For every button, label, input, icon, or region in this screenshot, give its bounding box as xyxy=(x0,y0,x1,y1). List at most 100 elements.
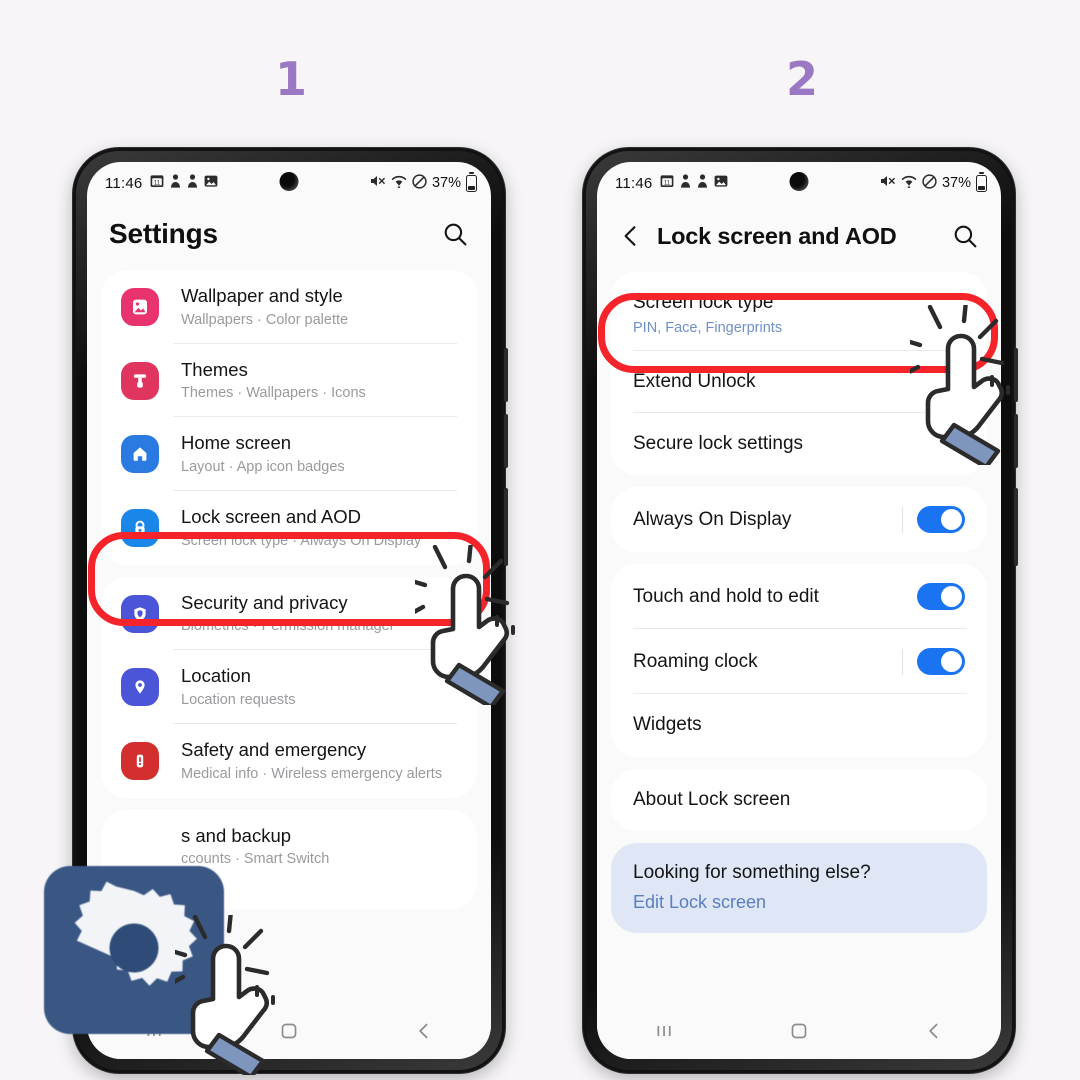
power-button[interactable] xyxy=(504,488,508,566)
status-left-icons: 11 xyxy=(660,174,728,192)
touch-and-hold-toggle[interactable] xyxy=(917,583,965,611)
lock-row-about-lock-screen[interactable]: About Lock screen xyxy=(611,769,987,831)
row-label: Location xyxy=(181,665,251,687)
lock-icon xyxy=(121,508,159,547)
row-label: Always On Display xyxy=(633,508,792,530)
row-sublabel: Medical info · Wireless emergency alerts xyxy=(181,765,443,782)
back-icon[interactable] xyxy=(619,223,643,249)
search-icon[interactable] xyxy=(442,221,469,248)
settings-row-location[interactable]: Location Location requests xyxy=(101,650,477,725)
edit-lock-screen-link[interactable]: Edit Lock screen xyxy=(611,888,987,933)
back-nav-icon[interactable] xyxy=(412,1019,436,1048)
info-heading: Looking for something else? xyxy=(633,861,871,883)
row-sublabel: Themes · Wallpapers · Icons xyxy=(181,385,366,402)
always-on-display-toggle[interactable] xyxy=(917,506,965,534)
svg-text:11: 11 xyxy=(154,180,161,186)
settings-row-lock-screen-and-aod[interactable]: Lock screen and AOD Screen lock type · A… xyxy=(101,491,477,565)
settings-row-safety-and-emergency[interactable]: Safety and emergency Medical info · Wire… xyxy=(101,724,477,798)
row-label: Extend Unlock xyxy=(633,370,756,392)
status-time: 11:46 xyxy=(105,174,143,192)
mute-icon xyxy=(880,174,896,192)
search-icon[interactable] xyxy=(952,223,979,250)
location-pin-icon xyxy=(121,668,159,707)
row-sublabel: Wallpapers · Color palette xyxy=(181,311,349,328)
toggle-separator xyxy=(902,506,903,533)
phone2-header: Lock screen and AOD xyxy=(597,202,1001,272)
person-icon xyxy=(170,174,181,192)
settings-gear-overlay[interactable] xyxy=(44,866,224,1034)
mute-icon xyxy=(370,174,386,192)
alert-icon xyxy=(121,741,159,780)
settings-group-2: Security and privacy Biometrics · Permis… xyxy=(101,576,477,798)
recents-icon[interactable] xyxy=(652,1019,676,1048)
battery-icon xyxy=(976,172,987,192)
battery-percent: 37% xyxy=(941,175,971,191)
settings-row-security-and-privacy[interactable]: Security and privacy Biometrics · Permis… xyxy=(101,577,477,651)
row-label: Roaming clock xyxy=(633,650,758,672)
status-right-icons: 37% xyxy=(370,172,477,193)
row-label: Safety and emergency xyxy=(181,739,367,761)
wallpaper-icon xyxy=(121,287,159,326)
gallery-icon xyxy=(204,174,218,192)
do-not-disturb-icon xyxy=(922,173,937,193)
lock-group-4: About Lock screen xyxy=(611,768,987,831)
settings-row-themes[interactable]: Themes Themes · Wallpapers · Icons xyxy=(101,344,477,418)
person-icon xyxy=(680,174,691,192)
row-label: s and backup xyxy=(181,824,292,846)
row-label: Screen lock type xyxy=(633,292,774,314)
person-icon xyxy=(697,174,708,192)
battery-icon xyxy=(466,172,477,192)
row-label: Security and privacy xyxy=(181,591,348,613)
lock-row-always-on-display[interactable]: Always On Display xyxy=(611,487,987,552)
lock-row-widgets[interactable]: Widgets xyxy=(611,694,987,756)
phone2-screen: 11:46 11 37% Lock screen and AOD Screen … xyxy=(597,162,1001,1059)
themes-icon xyxy=(121,361,159,400)
lock-row-screen-lock-type[interactable]: Screen lock type PIN, Face, Fingerprints xyxy=(611,272,987,351)
home-nav-icon[interactable] xyxy=(277,1019,301,1048)
lock-group-1: Screen lock type PIN, Face, Fingerprints… xyxy=(611,272,987,476)
svg-text:11: 11 xyxy=(664,180,671,186)
step-number-2: 2 xyxy=(786,52,819,106)
phone-mockup-2: 11:46 11 37% Lock screen and AOD Screen … xyxy=(583,148,1018,1073)
row-label: Widgets xyxy=(633,714,702,736)
calendar-icon: 11 xyxy=(150,174,164,192)
page-title: Settings xyxy=(109,218,218,249)
power-button[interactable] xyxy=(1014,488,1018,566)
row-label: Touch and hold to edit xyxy=(633,585,819,607)
back-nav-icon[interactable] xyxy=(922,1019,946,1048)
person-icon xyxy=(187,174,198,192)
row-sublabel: Layout · App icon badges xyxy=(181,459,345,476)
volume-down-button[interactable] xyxy=(504,414,508,468)
row-sublabel: Biometrics · Permission manager xyxy=(181,618,395,635)
settings-group-1: Wallpaper and style Wallpapers · Color p… xyxy=(101,270,477,565)
row-label: Wallpaper and style xyxy=(181,285,343,306)
status-left-icons: 11 xyxy=(150,174,218,192)
front-camera xyxy=(789,172,809,191)
lock-row-touch-and-hold-to-edit[interactable]: Touch and hold to edit xyxy=(611,564,987,630)
row-label: Themes xyxy=(181,358,248,380)
settings-row-wallpaper[interactable]: Wallpaper and style Wallpapers · Color p… xyxy=(101,270,477,344)
lock-group-3: Touch and hold to edit Roaming clock Wid… xyxy=(611,564,987,757)
settings-row-home-screen[interactable]: Home screen Layout · App icon badges xyxy=(101,417,477,492)
lock-row-extend-unlock[interactable]: Extend Unlock xyxy=(611,351,987,414)
toggle-separator xyxy=(902,648,903,675)
volume-up-button[interactable] xyxy=(504,348,508,402)
phone1-header: Settings xyxy=(87,200,491,270)
page-title: Lock screen and AOD xyxy=(657,223,897,249)
status-bar: 11:46 11 37% xyxy=(87,162,491,200)
step-number-1: 1 xyxy=(275,52,308,106)
lock-row-secure-lock-settings[interactable]: Secure lock settings xyxy=(611,413,987,475)
shield-icon xyxy=(121,594,159,633)
wifi-icon xyxy=(391,174,407,192)
row-sublabel: Location requests xyxy=(181,692,296,709)
volume-down-button[interactable] xyxy=(1014,414,1018,468)
settings-gear-icon xyxy=(66,880,202,1021)
lock-row-roaming-clock[interactable]: Roaming clock xyxy=(611,629,987,695)
row-sublabel: PIN, Face, Fingerprints xyxy=(633,319,783,336)
volume-up-button[interactable] xyxy=(1014,348,1018,402)
row-label: Secure lock settings xyxy=(633,433,804,455)
phone2-navbar xyxy=(597,1007,1001,1059)
roaming-clock-toggle[interactable] xyxy=(917,648,965,676)
row-label: Home screen xyxy=(181,432,292,454)
home-nav-icon[interactable] xyxy=(787,1019,811,1048)
